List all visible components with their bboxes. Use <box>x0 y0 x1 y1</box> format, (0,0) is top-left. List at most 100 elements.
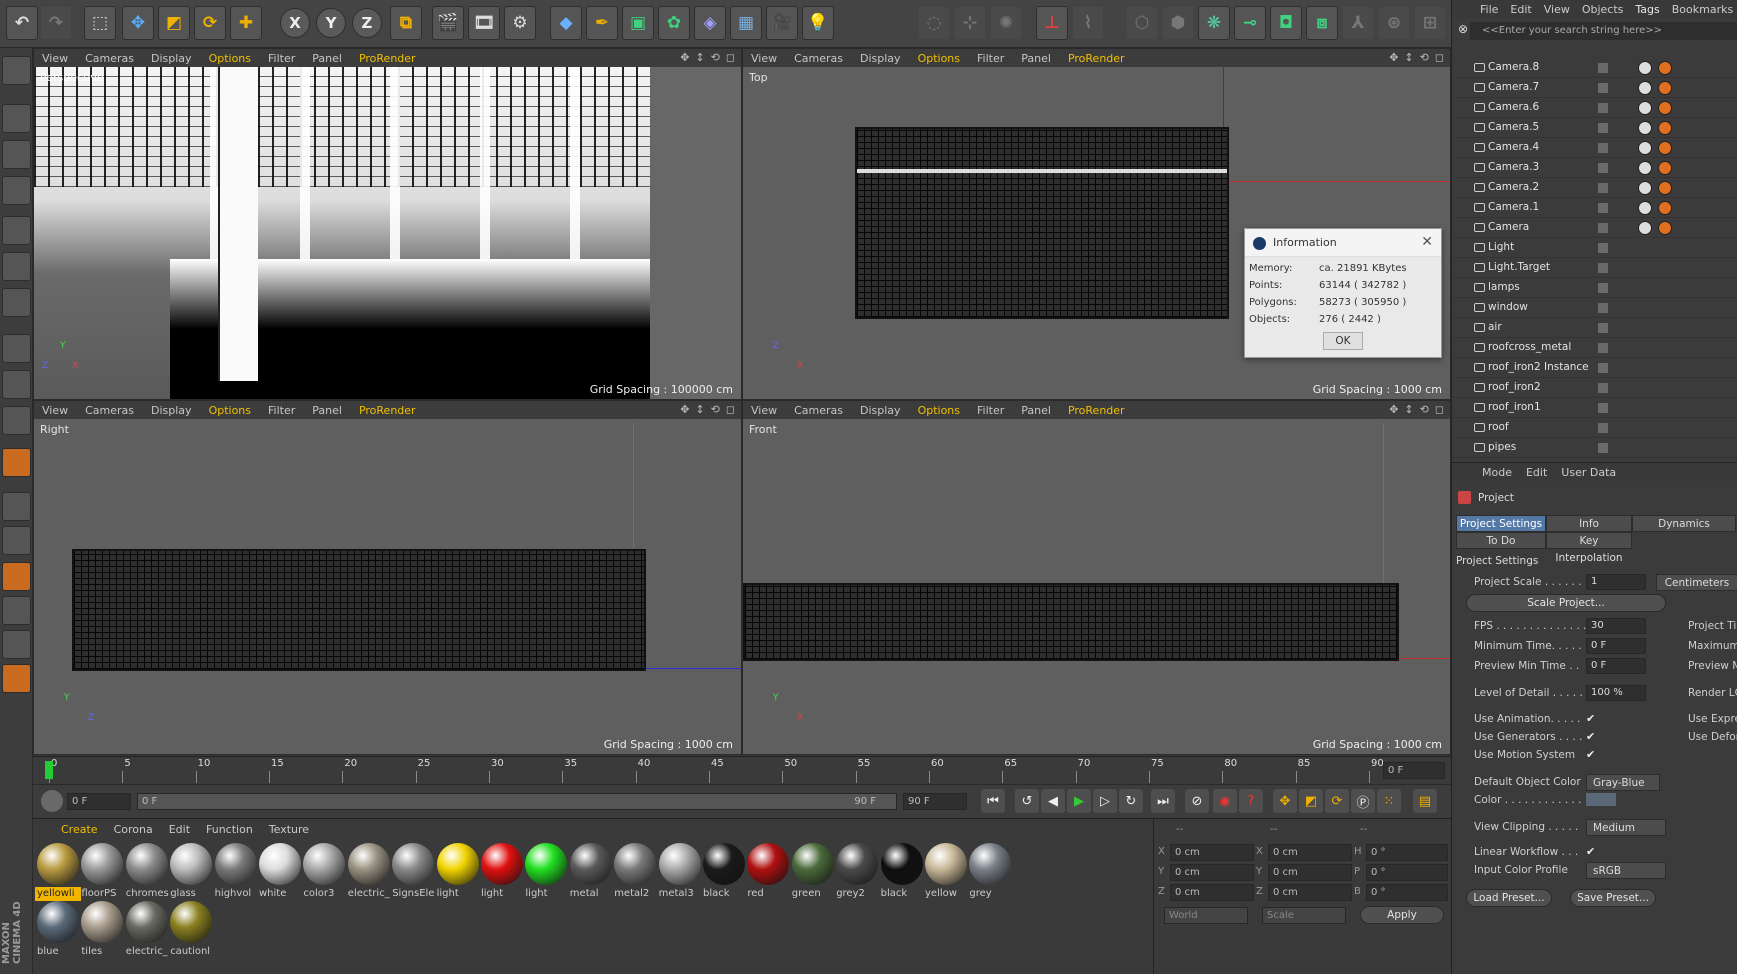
pan-icon[interactable]: ✥ <box>1389 403 1398 416</box>
apply-button[interactable]: Apply <box>1360 906 1444 924</box>
pan-icon[interactable]: ✥ <box>680 403 689 416</box>
layer-visibility-icon[interactable] <box>1598 103 1608 113</box>
material-swatch[interactable]: color3 <box>301 841 347 901</box>
texture-mode-icon[interactable] <box>2 140 31 169</box>
default-color-dropdown[interactable]: Gray-Blue <box>1586 774 1660 791</box>
axis-icon[interactable]: ⊥ <box>1036 6 1068 40</box>
menu-panel[interactable]: Panel <box>312 52 342 65</box>
menu-file[interactable]: File <box>1480 3 1498 16</box>
tab-project-settings[interactable]: Project Settings <box>1456 515 1546 532</box>
sweep-icon[interactable]: ⊸ <box>1234 6 1266 40</box>
layer-visibility-icon[interactable] <box>1598 343 1608 353</box>
object-row[interactable]: roofcross_metal <box>1452 338 1737 358</box>
object-row[interactable]: Camera.2 <box>1452 178 1737 198</box>
menu-mode[interactable]: Mode <box>1482 466 1512 479</box>
sculpt-grid-icon[interactable] <box>2 526 31 555</box>
object-row[interactable]: Camera.4 <box>1452 138 1737 158</box>
layer-visibility-icon[interactable] <box>1598 63 1608 73</box>
orbit-icon[interactable]: ⟲ <box>1420 403 1429 416</box>
polygons-icon[interactable] <box>2 288 31 317</box>
material-swatch[interactable]: green <box>790 841 836 901</box>
sculpt-icon[interactable]: ⊛ <box>1378 6 1410 40</box>
object-tag-icon[interactable] <box>1638 101 1652 115</box>
dolly-icon[interactable]: ↕ <box>695 403 704 416</box>
rotate-tool-icon[interactable]: ⟳ <box>194 6 226 40</box>
layer-visibility-icon[interactable] <box>1598 423 1608 433</box>
position-x-field[interactable]: 0 cm <box>1170 844 1254 861</box>
material-swatch[interactable]: light <box>479 841 525 901</box>
menu-bookmarks[interactable]: Bookmarks <box>1672 3 1733 16</box>
material-swatch[interactable]: metal3 <box>657 841 703 901</box>
menu-corona[interactable]: Corona <box>114 823 153 836</box>
object-row[interactable]: Light <box>1452 238 1737 258</box>
menu-prorender[interactable]: ProRender <box>359 404 416 417</box>
rotation-b-field[interactable]: 0 ° <box>1366 884 1448 901</box>
edges-mode-icon[interactable]: ⬢ <box>1162 6 1194 40</box>
key-position-icon[interactable]: ✥ <box>1273 789 1297 813</box>
key-parameter-icon[interactable]: Ⓟ <box>1351 789 1375 813</box>
project-scale-field[interactable]: 1 <box>1586 574 1646 590</box>
material-swatch[interactable]: grey2 <box>834 841 880 901</box>
menu-filter[interactable]: Filter <box>268 52 295 65</box>
object-row[interactable]: Camera.6 <box>1452 98 1737 118</box>
workplane-mode-icon[interactable] <box>2 176 31 205</box>
subdivision-icon[interactable]: ▣ <box>622 6 654 40</box>
camera-icon[interactable]: 🎥 <box>766 6 798 40</box>
object-tag-icon[interactable] <box>1638 201 1652 215</box>
layer-visibility-icon[interactable] <box>1598 143 1608 153</box>
material-swatch[interactable]: yellow <box>923 841 969 901</box>
start-frame-field[interactable]: 0 F <box>67 793 131 810</box>
menu-prorender[interactable]: ProRender <box>1068 404 1125 417</box>
viewport-right[interactable]: View Cameras Display Options Filter Pane… <box>33 400 742 755</box>
render-view-icon[interactable]: 🎬 <box>432 6 464 40</box>
object-row[interactable]: Camera.5 <box>1452 118 1737 138</box>
size-y-field[interactable]: 0 cm <box>1268 864 1352 881</box>
next-frame-icon[interactable]: ▷ <box>1093 789 1117 813</box>
dolly-icon[interactable]: ↕ <box>1404 403 1413 416</box>
object-tag-icon[interactable] <box>1658 161 1672 175</box>
object-row[interactable]: Light.Target <box>1452 258 1737 278</box>
layer-visibility-icon[interactable] <box>1598 303 1608 313</box>
autokey-icon[interactable]: ? <box>1239 789 1263 813</box>
orbit-icon[interactable]: ⟲ <box>711 403 720 416</box>
timeline-window-icon[interactable]: ▤ <box>1413 789 1437 813</box>
edges-icon[interactable] <box>2 252 31 281</box>
layer-visibility-icon[interactable] <box>1598 203 1608 213</box>
layer-visibility-icon[interactable] <box>1598 323 1608 333</box>
preview-min-field[interactable]: 0 F <box>1586 658 1646 674</box>
quantize-icon[interactable]: ✺ <box>990 6 1022 40</box>
live-selection-icon[interactable]: ⬚ <box>84 6 116 40</box>
menu-tags[interactable]: Tags <box>1635 3 1659 16</box>
floor-icon[interactable]: ▦ <box>730 6 762 40</box>
load-preset-button[interactable]: Load Preset... <box>1466 889 1552 907</box>
maximize-icon[interactable]: ◻ <box>726 51 735 64</box>
material-swatch[interactable]: SignsEle <box>390 841 436 901</box>
material-swatch[interactable]: black <box>701 841 747 901</box>
previous-key-icon[interactable]: ↺ <box>1015 789 1039 813</box>
object-row[interactable]: window <box>1452 298 1737 318</box>
end-frame-field[interactable]: 90 F <box>903 793 967 810</box>
dolly-icon[interactable]: ↕ <box>695 51 704 64</box>
object-tag-icon[interactable] <box>1638 181 1652 195</box>
tab-info[interactable]: Info <box>1546 515 1632 532</box>
layout-icon[interactable]: ⊞ <box>1414 6 1446 40</box>
layer-visibility-icon[interactable] <box>1598 383 1608 393</box>
layer-visibility-icon[interactable] <box>1598 443 1608 453</box>
menu-options[interactable]: Options <box>918 404 960 417</box>
object-row[interactable]: Camera.3 <box>1452 158 1737 178</box>
make-editable-icon[interactable] <box>2 56 31 85</box>
material-swatch[interactable]: light <box>435 841 481 901</box>
timeline-options-icon[interactable] <box>41 790 63 812</box>
render-picture-viewer-icon[interactable]: 🎞 <box>468 6 500 40</box>
move-tool-icon[interactable]: ✥ <box>122 6 154 40</box>
object-tag-icon[interactable] <box>1638 141 1652 155</box>
color-swatch[interactable] <box>1586 793 1616 806</box>
material-swatch[interactable]: red <box>745 841 791 901</box>
y-axis-lock-icon[interactable]: Y <box>316 8 346 38</box>
menu-objects[interactable]: Objects <box>1582 3 1624 16</box>
menu-view[interactable]: View <box>751 52 777 65</box>
lod-field[interactable]: 100 % <box>1586 685 1646 701</box>
menu-cameras[interactable]: Cameras <box>85 52 134 65</box>
view-clipping-dropdown[interactable]: Medium <box>1586 819 1666 836</box>
redo-icon[interactable]: ↷ <box>40 6 72 40</box>
